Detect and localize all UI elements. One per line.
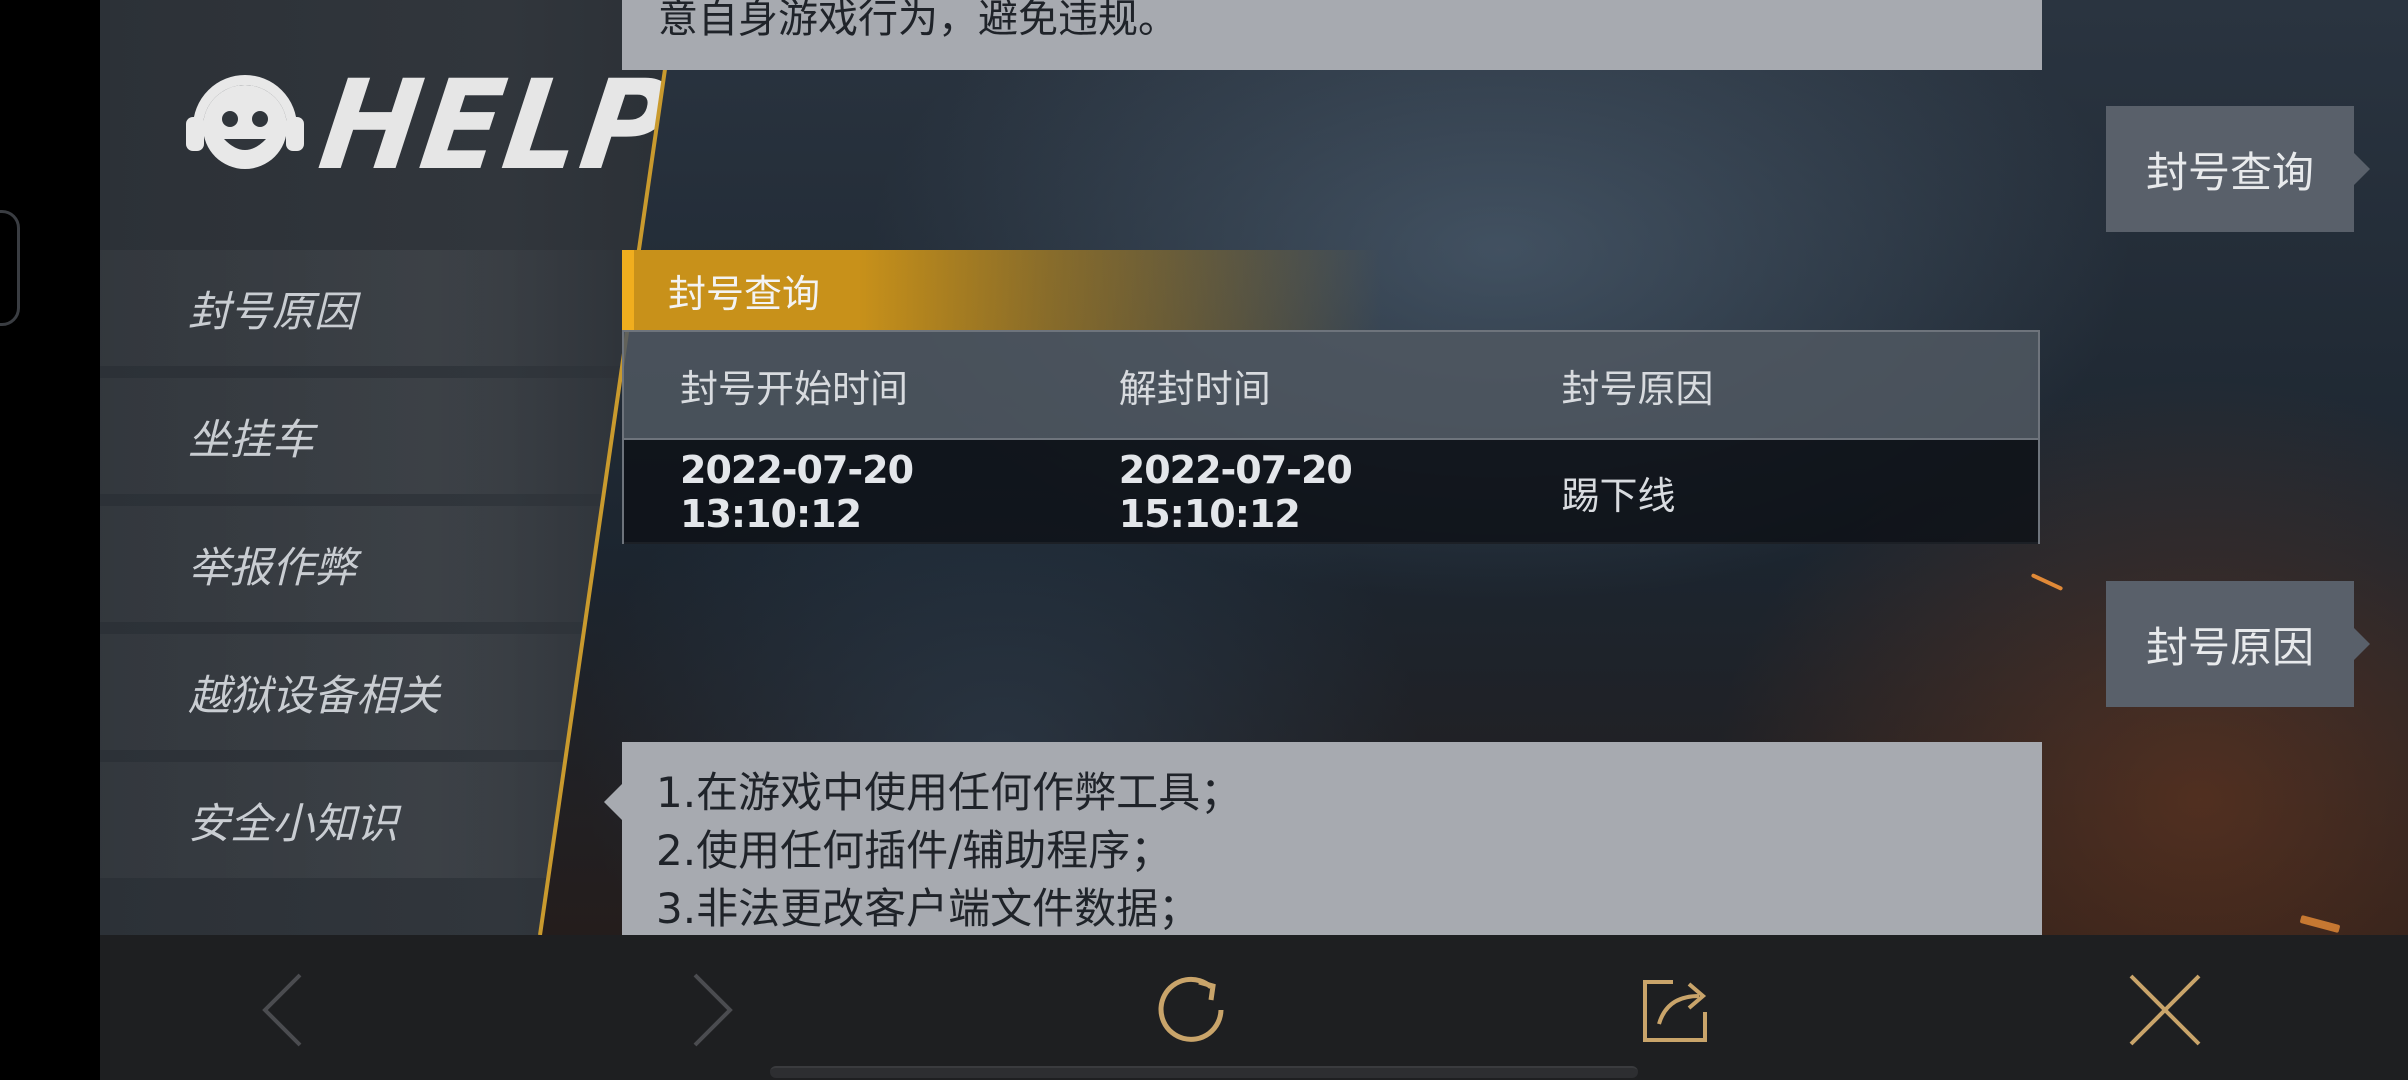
- device-bezel: [0, 0, 100, 1080]
- back-icon: [262, 973, 302, 1047]
- sidebar-item-label: 越狱设备相关: [188, 670, 441, 720]
- tab-label: 封号查询: [2145, 147, 2314, 197]
- sidebar-item-carry[interactable]: 坐挂车: [100, 378, 660, 494]
- ember-spark: [2299, 914, 2341, 934]
- close-icon: [2129, 974, 2201, 1046]
- forward-button[interactable]: [665, 965, 755, 1055]
- sidebar-item-ban-reason[interactable]: 封号原因: [100, 250, 660, 366]
- reason-line: 3.非法更改客户端文件数据；: [656, 884, 1201, 933]
- section-title: 封号查询: [668, 271, 821, 316]
- notice-text: 意自身游戏行为，避免违规。: [658, 0, 1178, 42]
- cell-reason: 踢下线: [1561, 473, 1676, 518]
- headset-mascot-icon: [186, 75, 304, 169]
- cell-unban-time: 2022-07-20 15:10:12: [1118, 448, 1353, 536]
- ban-query-header: 封号查询: [622, 250, 1382, 330]
- share-button[interactable]: [1630, 965, 1720, 1055]
- home-indicator[interactable]: [770, 1066, 1638, 1078]
- tab-ban-query[interactable]: 封号查询: [2106, 106, 2370, 232]
- column-header-start-time: 封号开始时间: [680, 366, 909, 411]
- tab-label: 封号原因: [2145, 622, 2314, 672]
- sidebar-menu: 封号原因 坐挂车 举报作弊 越狱设备相关 安全小知识: [100, 250, 660, 890]
- sidebar-item-safety-tips[interactable]: 安全小知识: [100, 762, 660, 878]
- refresh-button[interactable]: [1148, 965, 1238, 1055]
- browser-navbar: [100, 935, 2408, 1080]
- sidebar-item-label: 举报作弊: [188, 542, 357, 592]
- refresh-icon: [1158, 976, 1224, 1042]
- close-button[interactable]: [2120, 965, 2210, 1055]
- cell-start-time: 2022-07-20 13:10:12: [680, 448, 914, 536]
- sidebar-item-label: 安全小知识: [188, 798, 399, 848]
- reason-line: 1.在游戏中使用任何作弊工具；: [656, 768, 1243, 817]
- sidebar-item-label: 坐挂车: [188, 414, 315, 464]
- notice-card: 意自身游戏行为，避免违规。: [622, 0, 2042, 70]
- reason-line: 2.使用任何插件/辅助程序；: [656, 826, 1173, 875]
- logo-text: HELP: [311, 52, 682, 198]
- tab-ban-reason[interactable]: 封号原因: [2106, 581, 2370, 707]
- column-header-unban-time: 解封时间: [1118, 366, 1271, 411]
- ban-query-table: 封号开始时间 解封时间 封号原因 2022-07-20 13:10:12 202…: [622, 330, 2040, 544]
- bezel-notch: [0, 210, 20, 326]
- table-row: 2022-07-20 13:10:12 2022-07-20 15:10:12 …: [624, 440, 2038, 544]
- ember-spark: [2030, 573, 2064, 591]
- sidebar-item-report-cheat[interactable]: 举报作弊: [100, 506, 660, 622]
- table-header: 封号开始时间 解封时间 封号原因: [624, 332, 2038, 440]
- back-button[interactable]: [240, 965, 330, 1055]
- forward-icon: [693, 973, 733, 1047]
- help-logo: HELP: [180, 53, 675, 197]
- sidebar-item-label: 封号原因: [188, 286, 357, 336]
- sidebar-item-jailbreak[interactable]: 越狱设备相关: [100, 634, 660, 750]
- share-icon: [1643, 980, 1707, 1042]
- column-header-reason: 封号原因: [1561, 366, 1714, 411]
- sidebar: HELP 封号原因 坐挂车 举报作弊 越狱设备相关 安全小知识: [100, 0, 675, 935]
